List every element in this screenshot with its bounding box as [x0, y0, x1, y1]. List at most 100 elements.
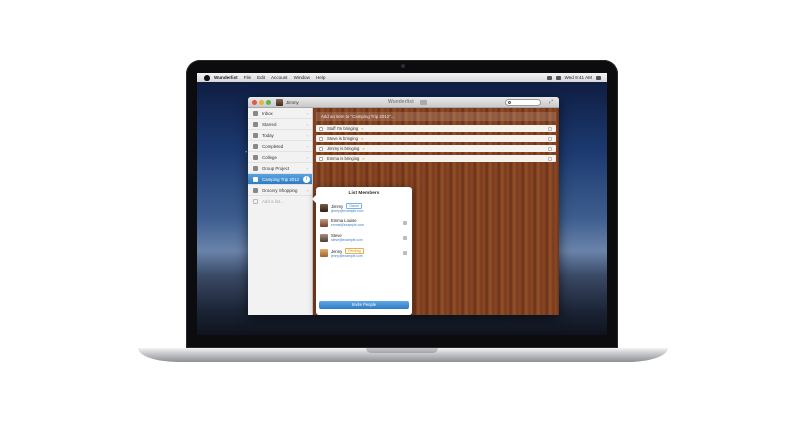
minimize-window-button[interactable]	[259, 99, 264, 105]
spotlight-icon[interactable]	[596, 75, 601, 80]
check-icon	[253, 143, 258, 149]
calendar-icon	[253, 132, 258, 138]
member-row[interactable]: Jimmy Owner jimmy@example.com	[320, 203, 408, 216]
star-icon[interactable]	[548, 136, 552, 141]
app-window: Jimmy Wunderlist ⤢ Inbox › Starred › Today…	[248, 97, 559, 315]
title-bar: Jimmy Wunderlist ⤢	[248, 97, 559, 108]
sidebar-item-grocery-shopping[interactable]: Grocery Shopping ›	[248, 185, 312, 196]
sidebar-item-group-project[interactable]: Group Project ›	[248, 163, 312, 174]
member-row[interactable]: Steve steve@example.com	[320, 233, 408, 246]
star-icon[interactable]	[548, 126, 552, 131]
sidebar-item-completed[interactable]: Completed ›	[248, 141, 312, 152]
add-list-label: Add a list...	[262, 199, 284, 204]
subtask-arrow-icon: »	[360, 136, 364, 141]
star-icon[interactable]	[548, 156, 552, 161]
sidebar-item-starred[interactable]: Starred ›	[248, 119, 312, 130]
task-title: Jimmy is bringing	[327, 146, 360, 151]
remove-member-icon[interactable]	[403, 251, 407, 255]
task-title: Emma is bringing	[327, 156, 360, 161]
window-controls	[252, 99, 271, 105]
task-title: Steve is bringing	[327, 136, 358, 141]
subtask-arrow-icon: »	[361, 126, 364, 131]
menu-edit[interactable]: Edit	[257, 75, 265, 80]
sidebar-item-label: Camping Trip 2012	[262, 176, 300, 182]
avatar	[320, 249, 328, 257]
sidebar-item-label: Completed	[262, 143, 284, 149]
shared-list-icon	[253, 176, 258, 182]
menu-window[interactable]: Window	[294, 75, 310, 80]
chevron-right-icon: ›	[306, 143, 308, 149]
task-checkbox[interactable]	[319, 126, 323, 131]
task-row[interactable]: Steve is bringing»	[316, 135, 556, 142]
invite-people-button[interactable]: Invite People	[319, 301, 409, 309]
search-icon	[508, 101, 511, 104]
sidebar-item-label: College	[262, 154, 277, 160]
chevron-right-icon: ›	[306, 165, 308, 171]
star-icon	[253, 121, 258, 127]
close-window-button[interactable]	[252, 99, 257, 105]
subtask-arrow-icon: »	[362, 146, 365, 151]
member-row[interactable]: Jenny Pending jenny@example.com	[320, 248, 408, 261]
sidebar-item-label: Starred	[262, 121, 277, 127]
task-checkbox[interactable]	[319, 156, 323, 161]
popover-arrow	[312, 195, 316, 203]
title-badge	[420, 100, 427, 105]
sidebar-item-college[interactable]: College ›	[248, 152, 312, 163]
sidebar-item-camping-trip[interactable]: Camping Trip 2012 i	[248, 174, 312, 185]
member-name: Jimmy	[331, 203, 344, 209]
task-row[interactable]: Emma is bringing»	[316, 155, 556, 162]
laptop-notch	[366, 348, 438, 353]
list-icon	[253, 154, 258, 160]
chevron-right-icon: ›	[306, 154, 308, 160]
task-row[interactable]: Jimmy is bringing»	[316, 145, 556, 152]
inbox-icon	[253, 110, 258, 116]
list-icon	[253, 165, 258, 171]
avatar	[320, 219, 328, 227]
username[interactable]: Jimmy	[286, 100, 299, 105]
sidebar-item-today[interactable]: Today ›	[248, 130, 312, 141]
battery-icon[interactable]	[555, 75, 561, 80]
avatar	[320, 234, 328, 242]
subtask-arrow-icon: »	[362, 156, 365, 161]
sidebar: Inbox › Starred › Today › Completed › Colleg…	[248, 108, 313, 315]
chevron-right-icon: ›	[306, 110, 308, 116]
menu-help[interactable]: Help	[316, 75, 325, 80]
menu-file[interactable]: File	[244, 75, 251, 80]
add-item-input[interactable]: Add an item to "Camping Trip 2012"...	[316, 112, 556, 121]
chevron-right-icon: ›	[306, 187, 308, 193]
user-avatar[interactable]	[276, 98, 283, 106]
avatar	[320, 204, 328, 212]
sidebar-item-label: Group Project	[262, 165, 290, 171]
member-name: Jenny	[331, 248, 343, 254]
laptop-frame: Wunderlist File Edit Account Window Help…	[0, 0, 812, 424]
share-list-icon[interactable]: i	[303, 176, 310, 183]
remove-member-icon[interactable]	[403, 221, 407, 225]
task-checkbox[interactable]	[319, 146, 323, 151]
camera-icon	[401, 64, 405, 68]
screen: Wunderlist File Edit Account Window Help…	[197, 73, 607, 335]
search-input[interactable]	[505, 99, 541, 106]
member-email: jenny@example.com	[331, 254, 363, 258]
sidebar-item-label: Today	[262, 132, 274, 138]
zoom-window-button[interactable]	[266, 99, 271, 105]
plus-icon	[253, 199, 258, 204]
member-row[interactable]: Emma Louise emma@example.com	[320, 218, 408, 231]
sidebar-item-inbox[interactable]: Inbox ›	[248, 108, 312, 119]
star-icon[interactable]	[548, 146, 552, 151]
member-email: jimmy@example.com	[331, 209, 364, 213]
task-checkbox[interactable]	[319, 136, 323, 141]
menu-app-name[interactable]: Wunderlist	[214, 75, 238, 80]
add-list-button[interactable]: Add a list...	[248, 196, 312, 207]
remove-member-icon[interactable]	[403, 236, 407, 240]
popover-title: List Members	[348, 191, 380, 196]
fullscreen-icon[interactable]: ⤢	[549, 99, 555, 105]
chevron-right-icon: ›	[306, 132, 308, 138]
apple-icon[interactable]	[204, 74, 210, 81]
menu-account[interactable]: Account	[271, 75, 288, 80]
task-row[interactable]: Stuff I'm bringing»	[316, 125, 556, 132]
sidebar-item-label: Grocery Shopping	[262, 187, 298, 193]
member-email: emma@example.com	[331, 223, 365, 227]
wifi-icon[interactable]	[546, 75, 552, 80]
menu-clock[interactable]: Wed 9:41 AM	[565, 75, 593, 80]
member-email: steve@example.com	[331, 238, 363, 242]
